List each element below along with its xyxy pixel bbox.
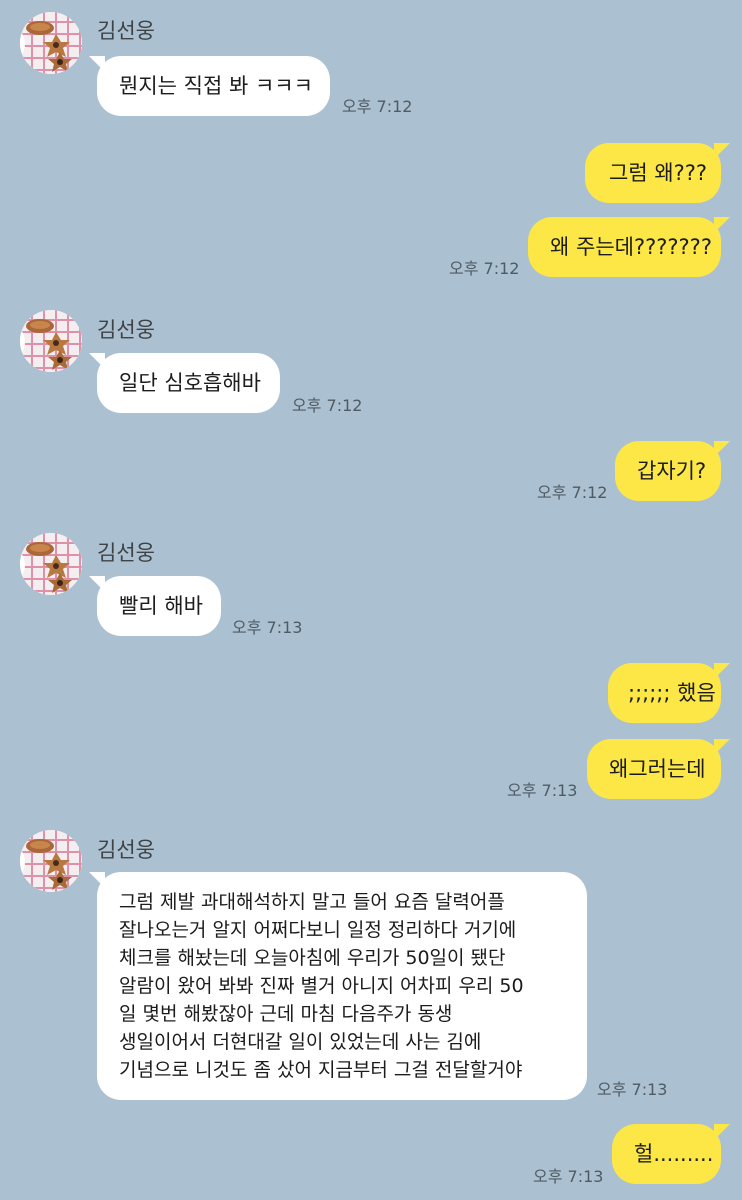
sender-name: 김선웅 [97,19,155,43]
message-bubble[interactable]: 그럼 왜??? [585,143,730,203]
message-line: 그럼 제발 과대해석하지 말고 들어 요즘 달력어플 [119,891,505,913]
message-time: 오후 7:12 [449,259,520,278]
message-time: 오후 7:13 [507,781,578,800]
sender-name: 김선웅 [97,838,155,862]
message-text: 갑자기? [637,459,707,483]
message-bubble[interactable]: 일단 심호흡해바 [89,353,280,413]
sender-avatar[interactable] [20,830,82,892]
message-time: 오후 7:13 [232,618,303,637]
message-bubble[interactable]: 빨리 해바 [89,576,221,636]
cookie-avatar-icon [20,533,82,595]
message-text: 그럼 왜??? [609,161,708,185]
sender-avatar[interactable] [20,533,82,595]
sender-avatar[interactable] [20,310,82,372]
message-text: 뭔지는 직접 봐 ㅋㅋㅋ [119,74,313,98]
message-time: 오후 7:12 [292,396,363,415]
message-time: 오후 7:13 [533,1167,604,1186]
message-line: 기념으로 니것도 좀 샀어 지금부터 그걸 전달할거야 [119,1059,523,1081]
message-bubble[interactable]: 왜 주는데??????? [528,217,730,277]
message-time: 오후 7:13 [597,1080,668,1099]
message-text: 일단 심호흡해바 [119,371,261,395]
message-bubble[interactable]: 왜그러는데 [587,739,730,799]
cookie-avatar-icon [20,12,82,74]
message-time: 오후 7:12 [537,483,608,502]
message-time: 오후 7:12 [342,97,413,116]
message-text: ;;;;;; 했음 [628,681,716,705]
message-bubble[interactable]: 뭔지는 직접 봐 ㅋㅋㅋ [89,56,330,116]
message-line: 일 몇번 해봤잖아 근데 마침 다음주가 동생 [119,1003,453,1025]
message-bubble[interactable]: 갑자기? [615,441,730,501]
message-text: 왜그러는데 [609,757,706,781]
message-line: 체크를 해놨는데 오늘아침에 우리가 50일이 됐단 [119,947,506,969]
message-bubble[interactable]: ;;;;;; 했음 [608,663,730,723]
cookie-avatar-icon [20,310,82,372]
message-line: 생일이어서 더현대갈 일이 있었는데 사는 김에 [119,1031,482,1053]
message-line: 알람이 왔어 봐봐 진짜 별거 아니지 어차피 우리 50 [119,975,524,997]
sender-name: 김선웅 [97,541,155,565]
message-bubble[interactable]: 그럼 제발 과대해석하지 말고 들어 요즘 달력어플 잘나오는거 알지 어쩌다보… [89,872,587,1100]
message-line: 잘나오는거 알지 어쩌다보니 일정 정리하다 거기에 [119,919,517,941]
cookie-avatar-icon [20,830,82,892]
sender-name: 김선웅 [97,318,155,342]
message-text: 왜 주는데??????? [550,235,712,259]
sender-avatar[interactable] [20,12,82,74]
message-text: 빨리 해바 [119,594,203,618]
message-bubble[interactable]: 헐......... [612,1124,730,1184]
message-text: 헐......... [634,1142,714,1166]
